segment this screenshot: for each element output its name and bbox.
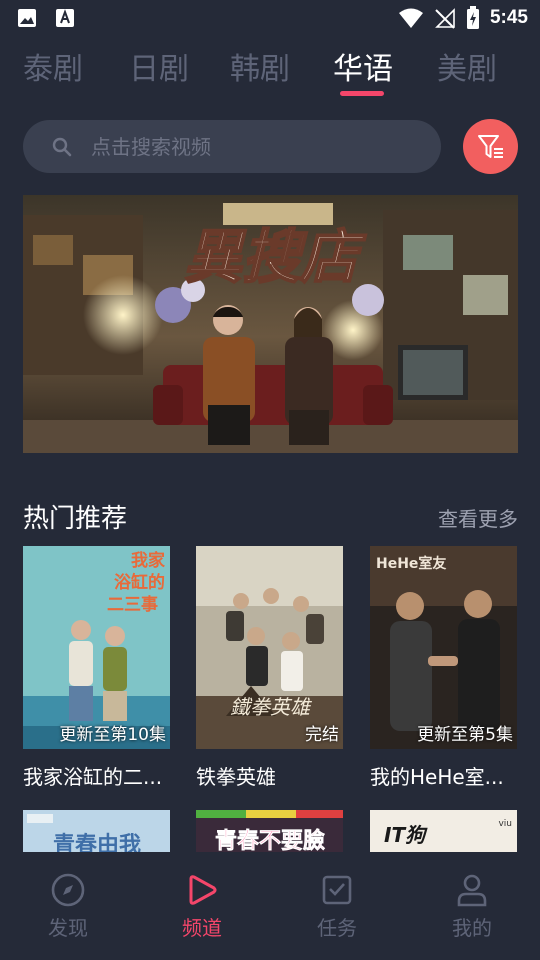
svg-text:HeHe室友: HeHe室友: [376, 555, 446, 572]
nav-label: 任务: [317, 916, 357, 940]
category-tabs: 泰剧 日剧 韩剧 华语 美剧: [0, 44, 540, 100]
tab-chinese-drama[interactable]: 华语: [333, 44, 393, 88]
nav-profile[interactable]: 我的: [432, 872, 512, 941]
video-card[interactable]: 青春不要臉: [196, 810, 343, 852]
video-poster: IT狗 viu: [370, 810, 517, 852]
tab-korean-drama[interactable]: 韩剧: [230, 44, 290, 88]
battery-charging-icon: [466, 6, 479, 29]
tab-thai-drama[interactable]: 泰剧: [23, 44, 83, 88]
search-bar[interactable]: [23, 120, 441, 173]
nav-discover[interactable]: 发现: [28, 872, 108, 941]
video-poster: 鐵拳英雄 完结: [196, 546, 343, 749]
active-tab-indicator: [340, 91, 384, 96]
filter-button[interactable]: [463, 119, 518, 174]
wifi-icon: [398, 8, 423, 28]
gallery-icon: [18, 9, 36, 27]
banner-title-art: 異搜店: [184, 223, 367, 291]
task-icon: [322, 875, 352, 905]
section-title-hot: 热门推荐: [23, 504, 128, 534]
search-icon: [52, 137, 72, 156]
svg-text:青春由我: 青春由我: [53, 833, 141, 852]
episode-badge: 完结: [305, 725, 339, 745]
compass-icon: [51, 873, 85, 907]
episode-badge: 更新至第5集: [417, 725, 513, 745]
status-bar: 5:45: [0, 0, 540, 36]
search-input[interactable]: [91, 134, 411, 159]
video-title: 我家浴缸的二...: [23, 765, 163, 789]
svg-text:viu: viu: [498, 819, 512, 829]
svg-text:青春不要臉: 青春不要臉: [215, 828, 325, 852]
bottom-navigation: 发现 频道 任务 我的: [0, 852, 540, 960]
filter-icon: [477, 134, 503, 158]
video-card[interactable]: 鐵拳英雄 完结 铁拳英雄: [196, 546, 343, 790]
user-icon: [457, 874, 487, 907]
svg-text:IT狗: IT狗: [384, 823, 428, 847]
status-time: 5:45: [489, 7, 528, 28]
font-icon: [56, 9, 74, 27]
video-card[interactable]: 青春由我: [23, 810, 170, 852]
svg-text:我家: 我家: [131, 550, 165, 571]
nav-label: 发现: [48, 916, 88, 940]
video-title: 我的HeHe室...: [370, 765, 504, 789]
svg-text:浴缸的: 浴缸的: [114, 572, 165, 593]
nav-channel[interactable]: 频道: [162, 872, 242, 941]
video-poster: 青春由我: [23, 810, 170, 852]
video-poster: 我家 浴缸的 二三事 更新至第10集: [23, 546, 170, 749]
play-icon: [189, 875, 217, 905]
video-poster: 青春不要臉: [196, 810, 343, 852]
nav-tasks[interactable]: 任务: [297, 872, 377, 941]
view-more-link[interactable]: 查看更多: [438, 503, 518, 532]
tab-us-drama[interactable]: 美剧: [437, 44, 497, 88]
tab-japanese-drama[interactable]: 日剧: [129, 44, 189, 88]
nav-label: 频道: [182, 916, 222, 940]
video-poster: HeHe室友 更新至第5集: [370, 546, 517, 749]
video-title: 铁拳英雄: [196, 765, 276, 789]
banner-image: 異搜店: [23, 195, 518, 453]
svg-text:鐵拳英雄: 鐵拳英雄: [230, 695, 312, 719]
featured-banner[interactable]: 異搜店: [23, 195, 518, 453]
video-card[interactable]: 我家 浴缸的 二三事 更新至第10集 我家浴缸的二...: [23, 546, 170, 790]
episode-badge: 更新至第10集: [59, 725, 166, 745]
nav-label: 我的: [452, 916, 492, 940]
no-signal-icon: [435, 8, 455, 29]
svg-text:二三事: 二三事: [107, 595, 158, 615]
video-card[interactable]: HeHe室友 更新至第5集 我的HeHe室...: [370, 546, 517, 790]
video-card[interactable]: IT狗 viu: [370, 810, 517, 852]
